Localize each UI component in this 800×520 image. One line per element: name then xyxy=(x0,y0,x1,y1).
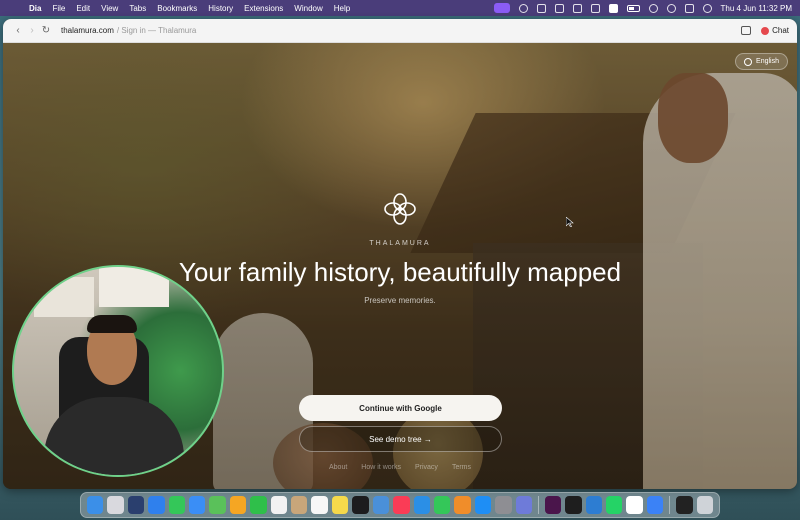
brand-wordmark: THALAMURA xyxy=(369,240,431,247)
notion-menu-icon[interactable] xyxy=(536,3,546,13)
menu-view[interactable]: View xyxy=(101,4,118,13)
figma-icon[interactable] xyxy=(565,496,582,514)
mail2-icon[interactable] xyxy=(189,496,206,514)
continue-with-google-button[interactable]: Continue with Google xyxy=(299,395,502,421)
iphone-mirroring-icon[interactable] xyxy=(676,496,693,514)
thalamura-logo-icon xyxy=(384,193,416,225)
keyboard-input-icon[interactable] xyxy=(608,3,618,13)
presenter-hair xyxy=(87,315,137,333)
photos-icon[interactable] xyxy=(229,496,247,514)
back-icon[interactable]: ‹ xyxy=(11,25,25,36)
dock xyxy=(80,492,720,518)
chat-label: Chat xyxy=(772,26,789,35)
browser-toolbar: ‹ › ↻ thalamura.com / Sign in — Thalamur… xyxy=(3,19,797,43)
status-icon[interactable] xyxy=(518,3,528,13)
footer-link-about[interactable]: About xyxy=(329,464,347,471)
menu-bar: Dia File Edit View Tabs Bookmarks Histor… xyxy=(0,0,800,16)
notion-icon[interactable] xyxy=(626,496,643,514)
maps-icon[interactable] xyxy=(209,496,226,514)
keynote-icon[interactable] xyxy=(413,496,430,514)
menu-window[interactable]: Window xyxy=(294,4,322,13)
whatsapp-icon[interactable] xyxy=(606,496,623,514)
dock-separator-2 xyxy=(669,496,671,514)
menu-file[interactable]: File xyxy=(52,4,65,13)
control-center-icon[interactable] xyxy=(684,3,694,13)
globe-icon xyxy=(744,57,753,66)
menu-bookmarks[interactable]: Bookmarks xyxy=(157,4,197,13)
url-domain: thalamura.com xyxy=(61,26,114,35)
reminders-icon[interactable] xyxy=(311,496,328,514)
freeform-icon[interactable] xyxy=(372,496,390,514)
wall-frame xyxy=(34,277,94,317)
language-selector[interactable]: English xyxy=(735,53,788,70)
volume-icon[interactable] xyxy=(590,3,600,13)
chat-button[interactable]: Chat xyxy=(761,26,789,35)
finder-icon[interactable] xyxy=(87,496,104,514)
menu-history[interactable]: History xyxy=(208,4,233,13)
preview-icon[interactable] xyxy=(515,496,532,514)
launchpad-icon[interactable] xyxy=(107,496,124,514)
search-icon[interactable] xyxy=(666,3,676,13)
battery-icon[interactable] xyxy=(626,4,640,12)
calendar-icon[interactable] xyxy=(270,496,288,514)
chat-icon xyxy=(761,26,770,35)
see-demo-tree-button[interactable]: See demo tree → xyxy=(299,426,502,452)
menu-help[interactable]: Help xyxy=(334,4,350,13)
notes-icon[interactable] xyxy=(331,496,349,514)
screen-recording-icon[interactable] xyxy=(493,3,510,13)
menu-extensions[interactable]: Extensions xyxy=(244,4,283,13)
facetime-icon[interactable] xyxy=(250,496,267,514)
numbers-icon[interactable] xyxy=(433,496,451,514)
safari-icon[interactable] xyxy=(148,496,165,514)
dia-icon[interactable] xyxy=(646,496,664,514)
wifi-icon[interactable] xyxy=(648,3,658,13)
mail-icon[interactable] xyxy=(127,496,145,514)
wall-frame-2 xyxy=(99,267,169,307)
address-bar[interactable]: thalamura.com / Sign in — Thalamura xyxy=(61,26,196,35)
music-icon[interactable] xyxy=(393,496,410,514)
mouse-cursor-icon xyxy=(566,217,574,227)
menu-tabs[interactable]: Tabs xyxy=(129,4,146,13)
slack-icon[interactable] xyxy=(544,496,562,514)
reload-icon[interactable]: ↻ xyxy=(39,25,53,36)
menubar-clock[interactable]: Thu 4 Jun 11:32 PM xyxy=(721,4,792,13)
extension-icon[interactable] xyxy=(572,3,582,13)
messages-icon[interactable] xyxy=(168,496,186,514)
extensions-icon[interactable] xyxy=(741,26,752,35)
contacts-icon[interactable] xyxy=(291,496,308,514)
trash-icon[interactable] xyxy=(696,496,713,514)
pages-icon[interactable] xyxy=(454,496,471,514)
forward-icon[interactable]: › xyxy=(25,25,39,36)
url-title: / Sign in — Thalamura xyxy=(116,26,197,35)
footer-link-privacy[interactable]: Privacy xyxy=(415,464,438,471)
footer-link-terms[interactable]: Terms xyxy=(452,464,471,471)
footer-link-how-it-works[interactable]: How it works xyxy=(361,464,401,471)
clipboard-icon[interactable] xyxy=(554,3,564,13)
menu-edit[interactable]: Edit xyxy=(76,4,90,13)
vscode-icon[interactable] xyxy=(585,496,603,514)
user-icon[interactable] xyxy=(702,3,712,13)
language-label: English xyxy=(756,58,779,65)
tv-icon[interactable] xyxy=(352,496,369,514)
settings-icon[interactable] xyxy=(495,496,512,514)
dock-separator xyxy=(537,496,539,514)
webcam-overlay[interactable] xyxy=(12,265,224,477)
app-name-menu[interactable]: Dia xyxy=(29,4,41,13)
appstore-icon[interactable] xyxy=(474,496,492,514)
